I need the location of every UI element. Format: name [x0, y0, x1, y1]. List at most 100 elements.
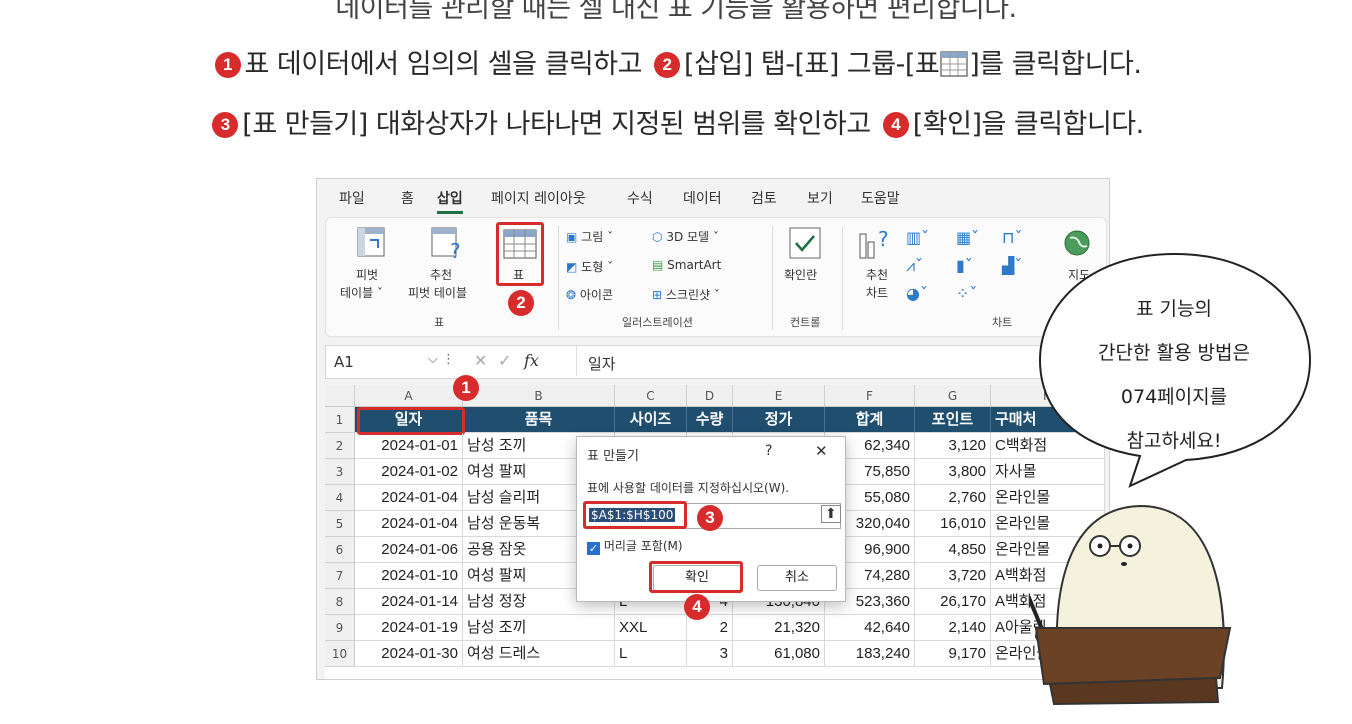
combo-chart-icon[interactable]: ▟ˇ: [1002, 256, 1022, 275]
dialog-title: 표 만들기: [587, 449, 639, 464]
instruction-line-0: 데이터를 관리할 때는 셀 대신 표 기능을 활용하면 편리합니다.: [335, 0, 1017, 24]
header-cell-qty[interactable]: 수량: [687, 407, 733, 433]
col-header-A[interactable]: A: [355, 385, 463, 407]
tab-file[interactable]: 파일: [339, 188, 365, 208]
name-box[interactable]: A1: [334, 353, 354, 371]
cancel-icon[interactable]: ✕: [474, 351, 487, 370]
table-button-label[interactable]: 표: [513, 266, 524, 283]
checkbox-control-icon[interactable]: [788, 226, 822, 260]
dialog-prompt: 표에 사용할 데이터를 지정하십시오(W).: [587, 481, 790, 495]
step-badge-4-dialog: 4: [684, 594, 710, 620]
row-header-1[interactable]: 1: [325, 407, 355, 433]
tab-review[interactable]: 검토: [751, 188, 777, 208]
picture-icon: ▣: [566, 230, 578, 244]
table-button-icon[interactable]: [502, 228, 538, 260]
table-cell[interactable]: 26,170: [915, 589, 991, 615]
header-cell-points[interactable]: 포인트: [915, 407, 991, 433]
col-header-E[interactable]: E: [733, 385, 825, 407]
table-cell[interactable]: 42,640: [825, 615, 915, 641]
header-cell-total[interactable]: 합계: [825, 407, 915, 433]
row-header[interactable]: 9: [325, 615, 355, 641]
table-cell[interactable]: 2024-01-30: [355, 641, 463, 667]
table-cell[interactable]: 2024-01-02: [355, 459, 463, 485]
bubble-text-2: 간단한 활용 방법은: [1098, 342, 1250, 364]
col-header-B[interactable]: B: [463, 385, 615, 407]
table-cell[interactable]: 2,140: [915, 615, 991, 641]
row-header[interactable]: 7: [325, 563, 355, 589]
row-header[interactable]: 10: [325, 641, 355, 667]
table-cell[interactable]: 4,850: [915, 537, 991, 563]
scatter-chart-icon[interactable]: ⁘ˇ: [956, 284, 977, 303]
col-header-G[interactable]: G: [915, 385, 991, 407]
enter-icon[interactable]: ✓: [498, 351, 511, 370]
chevron-down-icon[interactable]: ⌵ ⋮: [428, 352, 455, 367]
help-icon[interactable]: ?: [765, 443, 772, 459]
row-header[interactable]: 8: [325, 589, 355, 615]
table-cell[interactable]: 남성 조끼: [463, 615, 615, 641]
step-badge-2: 2: [654, 52, 681, 78]
table-cell[interactable]: 2024-01-04: [355, 511, 463, 537]
table-cell[interactable]: 3,720: [915, 563, 991, 589]
pivot-table-icon[interactable]: [356, 226, 386, 260]
table-cell[interactable]: 2024-01-06: [355, 537, 463, 563]
recommended-pivot-icon[interactable]: ?: [430, 226, 464, 260]
3d-model-button[interactable]: ⬡ 3D 모델 ˇ: [652, 228, 719, 245]
table-cell[interactable]: 21,320: [733, 615, 825, 641]
table-cell[interactable]: 3,800: [915, 459, 991, 485]
row-header[interactable]: 3: [325, 459, 355, 485]
table-cell[interactable]: 183,240: [825, 641, 915, 667]
table-cell[interactable]: 2024-01-10: [355, 563, 463, 589]
table-cell[interactable]: 3: [687, 641, 733, 667]
tab-view[interactable]: 보기: [807, 188, 833, 208]
pivot-label-2[interactable]: 테이블 ˇ: [340, 284, 383, 301]
close-icon[interactable]: ✕: [815, 442, 828, 460]
picture-button[interactable]: ▣ 그림 ˇ: [566, 228, 613, 245]
tab-home[interactable]: 홈: [401, 188, 414, 208]
row-header[interactable]: 4: [325, 485, 355, 511]
table-cell[interactable]: XXL: [615, 615, 687, 641]
col-header-C[interactable]: C: [615, 385, 687, 407]
row-header[interactable]: 2: [325, 433, 355, 459]
smartart-button[interactable]: ▤ SmartArt: [652, 258, 721, 272]
table-cell[interactable]: 2024-01-04: [355, 485, 463, 511]
waterfall-chart-icon[interactable]: ⊓ˇ: [1002, 228, 1022, 247]
shapes-button[interactable]: ◩ 도형 ˇ: [566, 258, 613, 275]
tab-insert[interactable]: 삽입: [437, 188, 463, 214]
header-cell-item[interactable]: 품목: [463, 407, 615, 433]
collapse-dialog-icon[interactable]: ⬆: [821, 505, 841, 523]
select-all[interactable]: [325, 385, 355, 407]
table-cell[interactable]: 3,120: [915, 433, 991, 459]
fx-icon[interactable]: fx: [524, 351, 539, 370]
cancel-button[interactable]: 취소: [757, 565, 837, 591]
formula-value[interactable]: 일자: [588, 353, 616, 374]
checkbox-control-label[interactable]: 확인란: [784, 266, 817, 283]
icons-button[interactable]: ❂ 아이콘: [566, 286, 613, 303]
screenshot-button[interactable]: ⊞ 스크린샷 ˇ: [652, 286, 720, 303]
line-chart-icon[interactable]: ⩘ˇ: [906, 256, 923, 276]
table-cell[interactable]: L: [615, 641, 687, 667]
tab-help[interactable]: 도움말: [861, 188, 900, 208]
hierarchy-chart-icon[interactable]: ▦ˇ: [956, 228, 979, 247]
col-header-D[interactable]: D: [687, 385, 733, 407]
header-cell-size[interactable]: 사이즈: [615, 407, 687, 433]
header-checkbox[interactable]: ✓ 머리글 포함(M): [587, 537, 683, 555]
column-chart-icon[interactable]: ▥ˇ: [906, 228, 929, 247]
table-cell[interactable]: 2024-01-01: [355, 433, 463, 459]
tab-formulas[interactable]: 수식: [627, 188, 653, 208]
table-cell[interactable]: 16,010: [915, 511, 991, 537]
statistic-chart-icon[interactable]: ▮ˇ: [956, 256, 973, 275]
pie-chart-icon[interactable]: ◕ˇ: [906, 284, 928, 303]
header-cell-price[interactable]: 정가: [733, 407, 825, 433]
table-cell[interactable]: 2024-01-14: [355, 589, 463, 615]
col-header-F[interactable]: F: [825, 385, 915, 407]
row-header[interactable]: 6: [325, 537, 355, 563]
table-cell[interactable]: 61,080: [733, 641, 825, 667]
table-cell[interactable]: 2024-01-19: [355, 615, 463, 641]
table-cell[interactable]: 2,760: [915, 485, 991, 511]
recommended-charts-icon[interactable]: ?: [856, 226, 896, 260]
row-header[interactable]: 5: [325, 511, 355, 537]
table-cell[interactable]: 9,170: [915, 641, 991, 667]
table-cell[interactable]: 여성 드레스: [463, 641, 615, 667]
tab-page-layout[interactable]: 페이지 레이아웃: [491, 188, 586, 208]
tab-data[interactable]: 데이터: [683, 188, 722, 208]
